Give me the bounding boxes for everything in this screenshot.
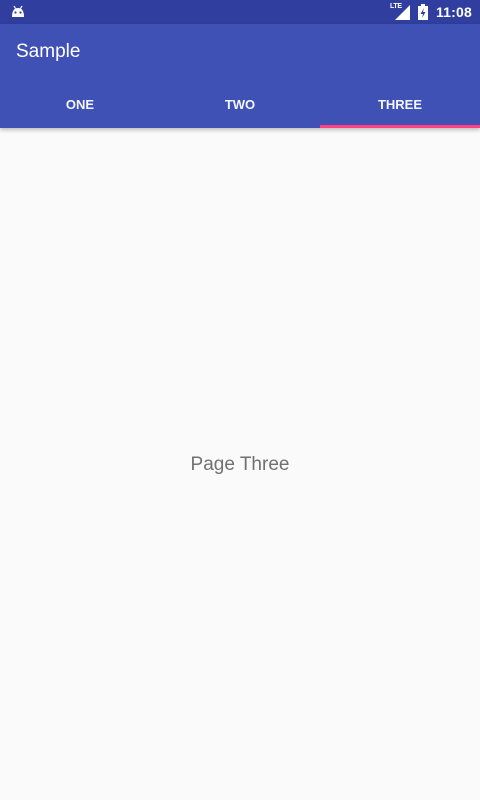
tab-one-label: ONE [65,96,95,112]
tab-two[interactable]: TWO [160,80,320,128]
signal-icon: LTE [389,3,410,20]
page-content: Page Three [0,128,480,800]
tab-one[interactable]: ONE [0,80,160,128]
status-icons: LTE 11:08 [390,0,472,24]
tab-bar: ONE TWO THREE [0,80,480,128]
app-bar: Sample ONE TWO THREE [0,24,480,128]
status-bar: LTE 11:08 [0,0,480,24]
battery-charging-icon [417,4,428,20]
tab-three-label: THREE [377,96,423,112]
tab-three[interactable]: THREE [320,80,480,128]
page-label: Page Three [190,454,290,475]
app-title: Sample [16,41,81,62]
android-icon [10,4,26,20]
status-clock: 11:08 [435,4,472,20]
network-type-label: LTE [389,3,402,10]
tab-two-label: TWO [224,96,256,112]
